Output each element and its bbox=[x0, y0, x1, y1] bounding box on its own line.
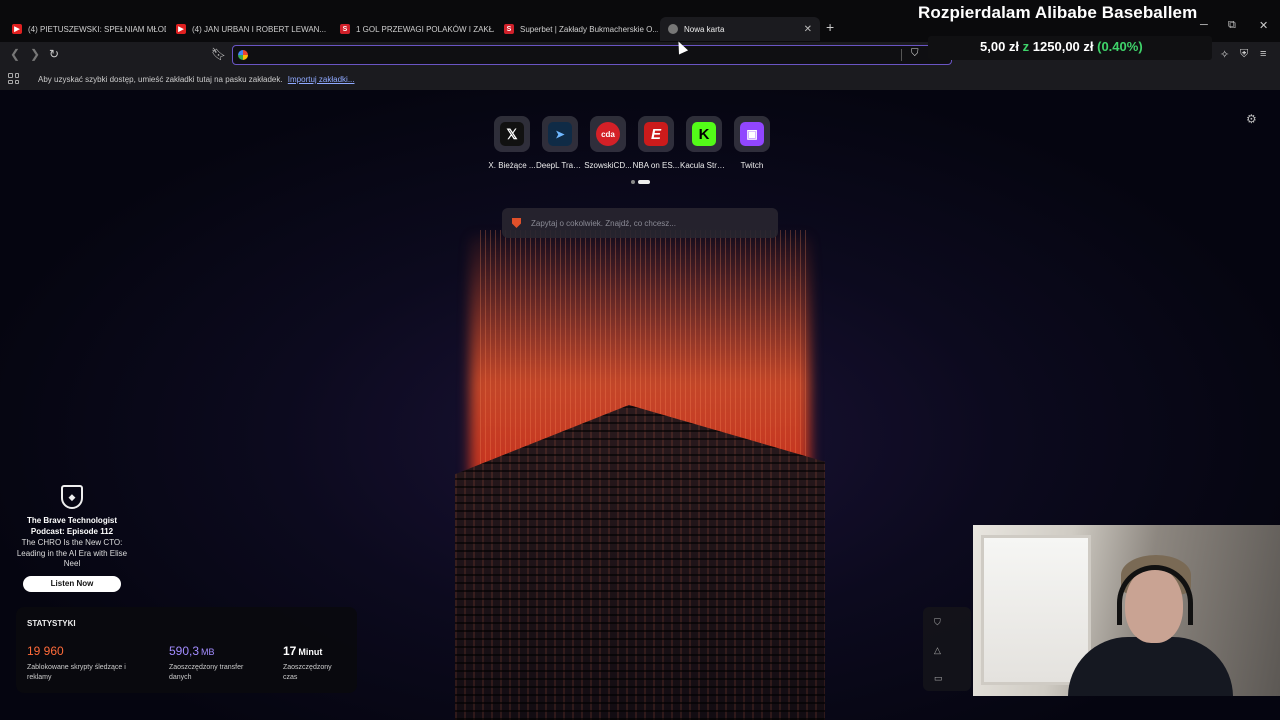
listen-now-button[interactable]: Listen Now bbox=[23, 575, 121, 592]
espn-icon: E bbox=[644, 122, 668, 146]
vpn-icon[interactable]: ⛨ bbox=[1240, 48, 1248, 61]
tab-1[interactable]: ▶ (4) PIETUSZEWSKI: SPEŁNIAM MŁOD... bbox=[4, 17, 166, 41]
stat-value: 17 bbox=[283, 644, 297, 658]
donation-goal: 5,00 zł z 1250,00 zł (0.40%) bbox=[980, 39, 1143, 54]
webcam-window bbox=[981, 535, 1091, 685]
customize-gear-icon[interactable]: ⚙ bbox=[1246, 112, 1257, 126]
minimize-icon[interactable]: ─ bbox=[1200, 19, 1208, 31]
webcam-person-shirt bbox=[1068, 637, 1233, 696]
cda-icon: cda bbox=[596, 122, 620, 146]
bookmarks-hint-text: Aby uzyskać szybki dostęp, umieść zakład… bbox=[38, 75, 355, 84]
twitch-icon: ▣ bbox=[740, 122, 764, 146]
shortcut-label: X. Bieżące ... bbox=[488, 161, 536, 170]
apps-grid-icon[interactable] bbox=[8, 73, 19, 84]
bookmarks-hint: Aby uzyskać szybki dostęp, umieść zakład… bbox=[38, 75, 283, 84]
menu-icon[interactable]: ≡ bbox=[1260, 48, 1266, 60]
shortcut-label: NBA on ES... bbox=[632, 161, 680, 170]
shortcut-label: SzowskiCD... bbox=[584, 161, 632, 170]
youtube-icon: ▶ bbox=[176, 24, 186, 34]
address-bar[interactable]: ⛉ bbox=[232, 45, 952, 65]
shortcut-x[interactable]: 𝕏 X. Bieżące ... bbox=[488, 116, 536, 170]
shortcut-cda[interactable]: cda SzowskiCD... bbox=[584, 116, 632, 170]
bookmarks-bar: Aby uzyskać szybki dostęp, umieść zakład… bbox=[0, 68, 1280, 90]
podcast-promo: ◆ The Brave Technologist Podcast: Episod… bbox=[16, 485, 128, 592]
kick-icon: K bbox=[692, 122, 716, 146]
tab-title: (4) PIETUSZEWSKI: SPEŁNIAM MŁOD... bbox=[28, 24, 166, 34]
tab-title: (4) JAN URBAN I ROBERT LEWAN... bbox=[192, 24, 327, 34]
shortcut-kick[interactable]: K Kacula Stre... bbox=[680, 116, 728, 170]
stat-value: 19 960 bbox=[27, 644, 64, 658]
page-dot[interactable] bbox=[631, 180, 635, 184]
shortcut-deepl[interactable]: ➤ DeepL Tran... bbox=[536, 116, 584, 170]
bookmark-icon[interactable]: 🔖︎ bbox=[211, 47, 226, 61]
brave-logo-icon: ◆ bbox=[61, 485, 83, 509]
shortcut-label: Twitch bbox=[740, 161, 764, 170]
top-sites: 𝕏 X. Bieżące ... ➤ DeepL Tran... cda Szo… bbox=[488, 116, 770, 170]
tab-active[interactable]: Nowa karta ✕ bbox=[660, 17, 820, 41]
reload-icon[interactable]: ↻ bbox=[49, 47, 59, 61]
stat-unit: Minut bbox=[298, 647, 323, 657]
stat-caption: Zablokowane skrypty śledzące i reklamy bbox=[27, 664, 126, 681]
brave-icon bbox=[668, 24, 678, 34]
goal-separator: z bbox=[1022, 39, 1030, 54]
tab-2[interactable]: ▶ (4) JAN URBAN I ROBERT LEWAN... bbox=[168, 17, 330, 41]
stat-bandwidth: 590,3 MB Zaoszczędzony transfer danych bbox=[169, 642, 249, 683]
leo-icon[interactable]: ✧ bbox=[1220, 48, 1229, 61]
shortcut-espn[interactable]: E NBA on ES... bbox=[633, 116, 679, 170]
stat-time: 17 Minut Zaoszczędzony czas bbox=[283, 642, 343, 683]
promo-title: The Brave Technologist Podcast: Episode … bbox=[26, 516, 118, 536]
superbet-icon: S bbox=[340, 24, 350, 34]
new-tab-button[interactable]: + bbox=[826, 19, 834, 35]
shortcut-label: Kacula Stre... bbox=[680, 161, 728, 170]
search-box[interactable]: Zapytaj o cokolwiek. Znajdź, co chcesz..… bbox=[502, 208, 778, 238]
tab-title: Superbet | Zakłady Bukmacherskie O... bbox=[520, 24, 658, 34]
page-dot-active[interactable] bbox=[638, 180, 650, 184]
deepl-icon: ➤ bbox=[548, 122, 572, 146]
shortcut-twitch[interactable]: ▣ Twitch bbox=[734, 116, 770, 170]
restore-icon[interactable]: ⧉ bbox=[1228, 19, 1236, 32]
window-close-icon[interactable]: ✕ bbox=[1259, 19, 1268, 32]
goal-percent: (0.40%) bbox=[1097, 39, 1143, 54]
import-bookmarks-link[interactable]: Importuj zakładki... bbox=[288, 75, 355, 84]
shield-icon[interactable]: ⛉ bbox=[934, 617, 941, 628]
tab-4[interactable]: S Superbet | Zakłady Bukmacherskie O... bbox=[496, 17, 658, 41]
promo-description: The CHRO Is the New CTO: Leading in the … bbox=[16, 538, 128, 568]
background-building bbox=[455, 405, 825, 720]
tab-3[interactable]: S 1 GOL PRZEWAGI POLAKÓW I ZAKŁA... bbox=[332, 17, 494, 41]
divider bbox=[901, 49, 902, 61]
brave-shields-icon[interactable]: ⛉ bbox=[911, 48, 919, 59]
widget-toggle-panel: ⛉ △ ▭ bbox=[923, 607, 971, 691]
stat-caption: Zaoszczędzony transfer danych bbox=[169, 664, 244, 681]
youtube-icon: ▶ bbox=[12, 24, 22, 34]
goal-current: 5,00 zł bbox=[980, 39, 1020, 54]
stat-value: 590,3 bbox=[169, 644, 200, 658]
stat-blocked: 19 960 Zablokowane skrypty śledzące i re… bbox=[27, 642, 137, 683]
google-icon bbox=[238, 50, 248, 60]
brave-lion-icon bbox=[512, 218, 521, 228]
shortcut-label: DeepL Tran... bbox=[536, 161, 584, 170]
forward-icon[interactable]: ❯ bbox=[30, 47, 40, 61]
stats-widget: STATYSTYKI 19 960 Zablokowane skrypty śl… bbox=[16, 607, 357, 693]
stat-unit: MB bbox=[201, 647, 215, 657]
search-placeholder: Zapytaj o cokolwiek. Znajdź, co chcesz..… bbox=[531, 218, 676, 228]
tab-title: Nowa karta bbox=[684, 24, 725, 34]
page-indicator[interactable] bbox=[631, 180, 650, 184]
stream-title: Rozpierdalam Alibabe Baseballem bbox=[918, 3, 1198, 22]
alert-icon[interactable]: △ bbox=[934, 645, 941, 656]
card-icon[interactable]: ▭ bbox=[934, 673, 943, 684]
stat-caption: Zaoszczędzony czas bbox=[283, 664, 332, 681]
x-icon: 𝕏 bbox=[500, 122, 524, 146]
webcam-feed bbox=[973, 525, 1280, 696]
tab-close-icon[interactable]: ✕ bbox=[804, 24, 812, 35]
goal-target: 1250,00 zł bbox=[1032, 39, 1094, 54]
tab-title: 1 GOL PRZEWAGI POLAKÓW I ZAKŁA... bbox=[356, 24, 494, 34]
stats-header: STATYSTYKI bbox=[27, 619, 76, 628]
superbet-icon: S bbox=[504, 24, 514, 34]
back-icon[interactable]: ❮ bbox=[10, 47, 20, 61]
